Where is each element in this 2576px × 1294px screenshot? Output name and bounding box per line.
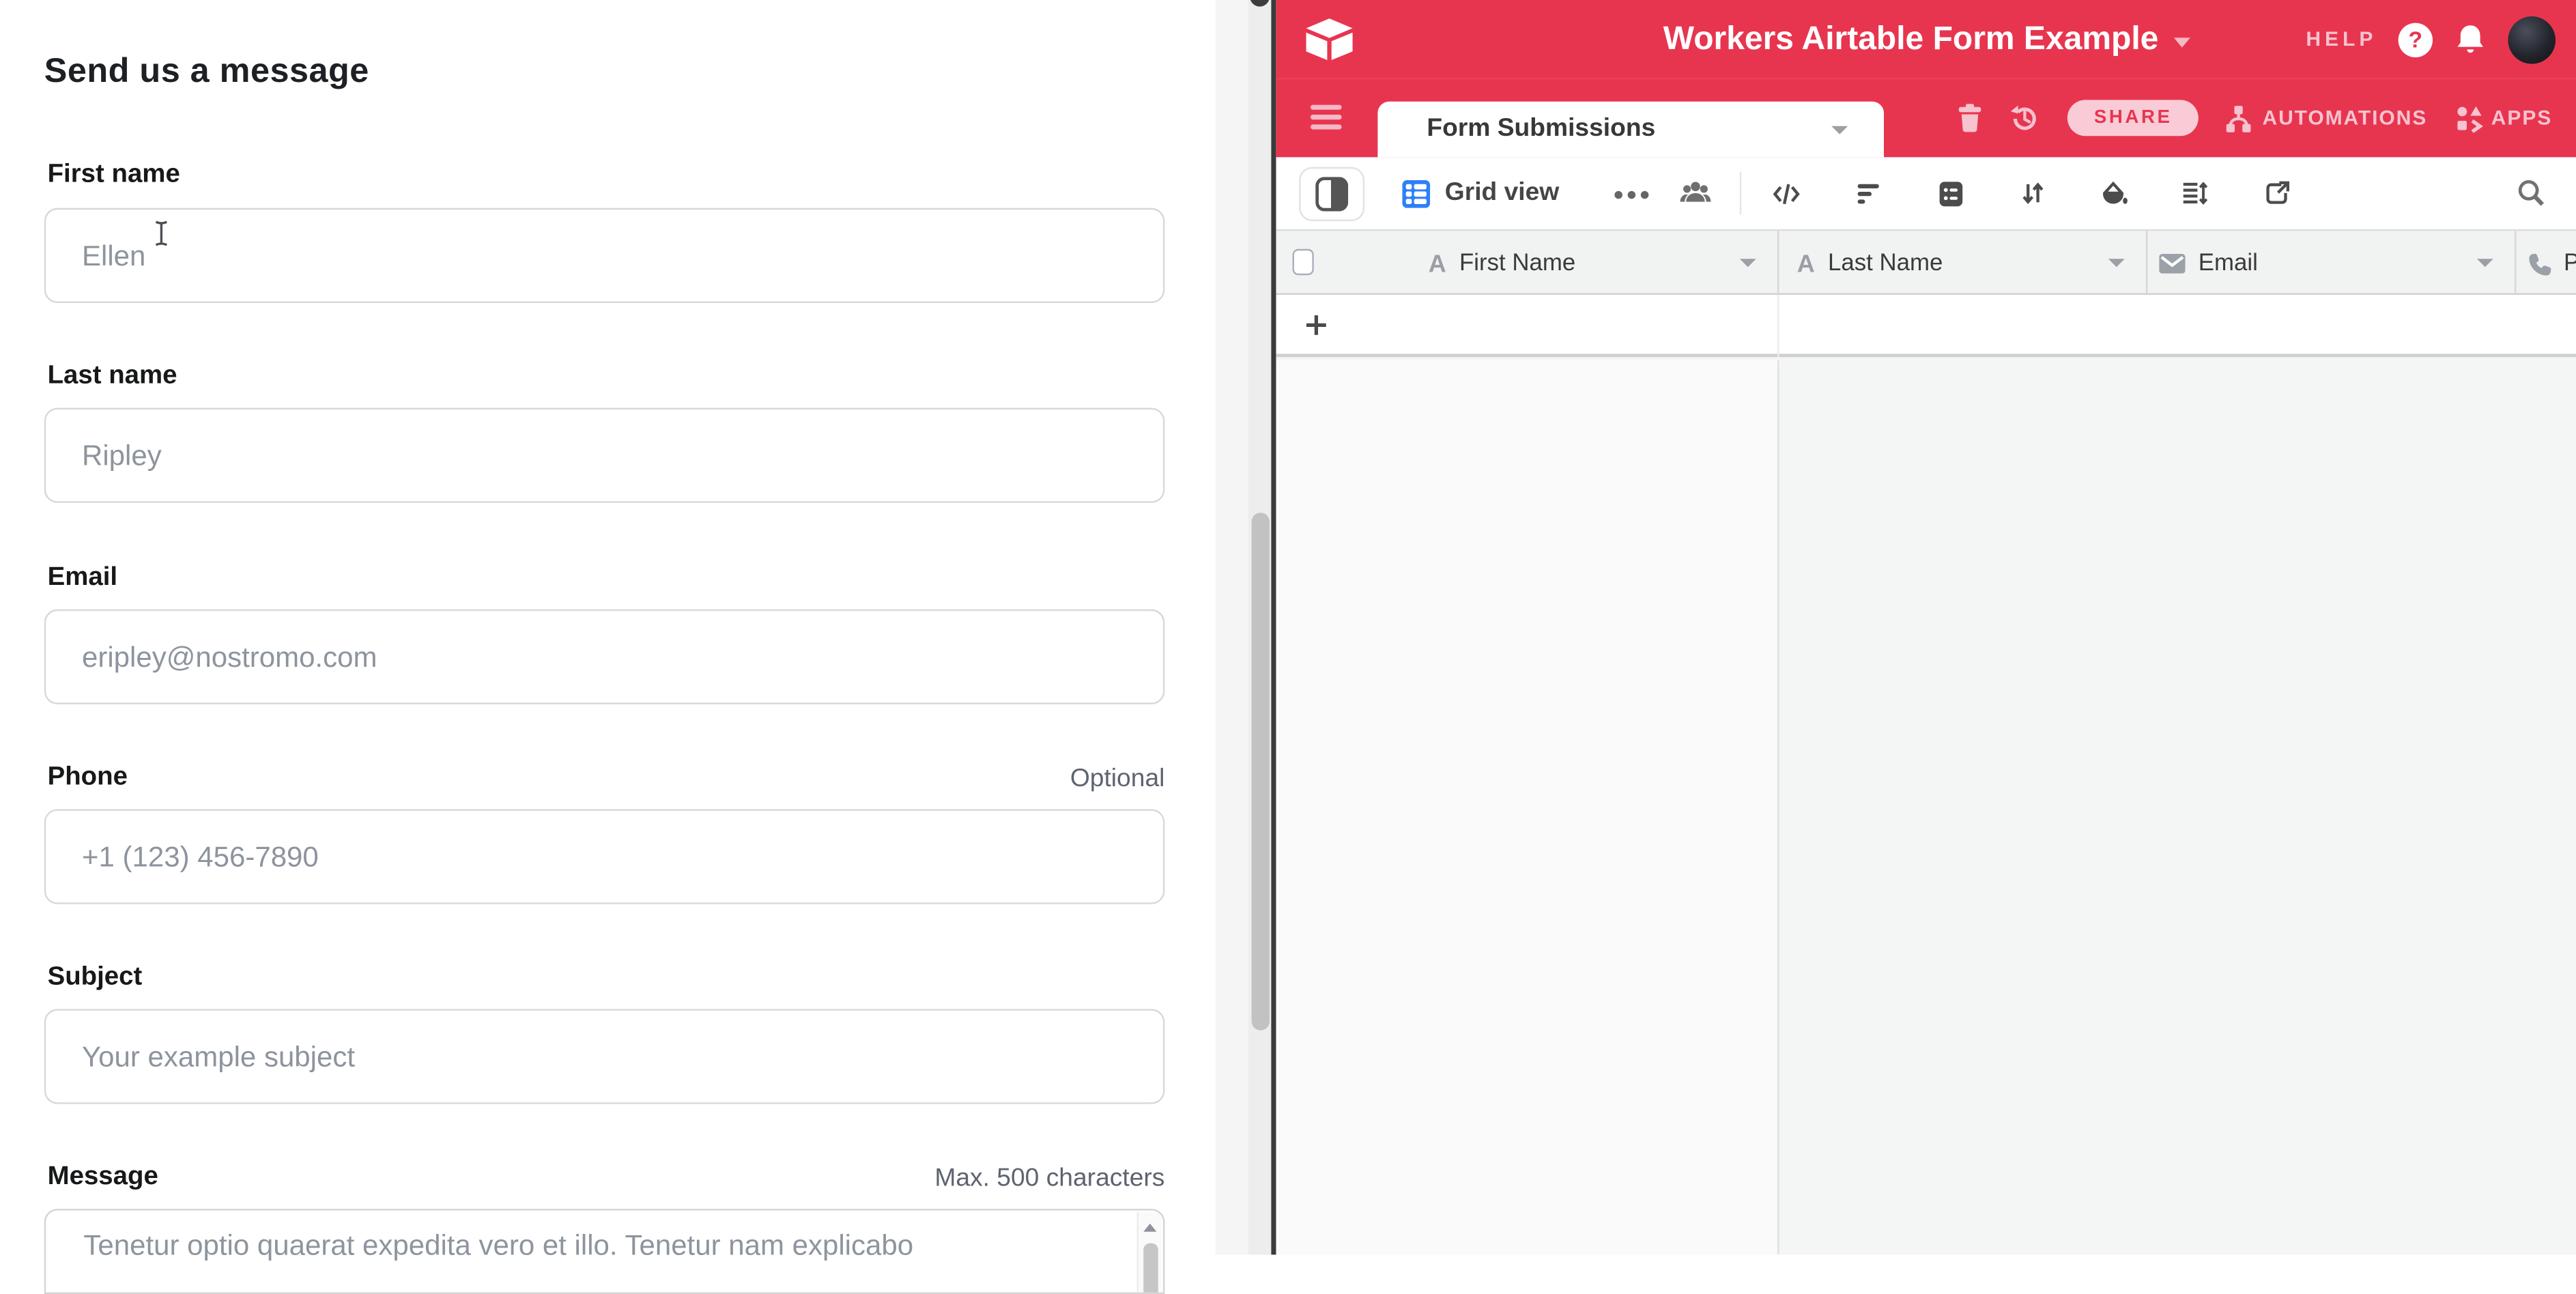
collaborators-icon[interactable]: [1679, 180, 1712, 206]
sidebar-toggle-icon: [1315, 177, 1348, 211]
phone-field-type-icon: [2528, 251, 2552, 276]
page-scrollbar[interactable]: [1248, 0, 1272, 1254]
first-name-field[interactable]: [44, 208, 1165, 303]
phone-label: Phone: [48, 763, 128, 792]
phone-field[interactable]: [44, 809, 1165, 904]
share-button[interactable]: SHARE: [2067, 100, 2198, 136]
table-tab-label: Form Submissions: [1427, 115, 1655, 144]
group-icon[interactable]: [1938, 180, 1964, 208]
subject-label: Subject: [48, 963, 143, 992]
email-field-type-icon: [2159, 254, 2185, 274]
phone-optional-hint: Optional: [1070, 765, 1165, 794]
sort-icon[interactable]: [2020, 180, 2046, 206]
scrollbar-top-arrow[interactable]: [1250, 0, 1270, 7]
menu-hamburger-icon[interactable]: [1311, 105, 1342, 130]
toolbar-divider: [1740, 172, 1741, 214]
code-embed-icon[interactable]: [1773, 182, 1801, 206]
select-all-checkbox[interactable]: [1293, 249, 1314, 275]
user-avatar[interactable]: [2508, 16, 2556, 63]
automations-button[interactable]: AUTOMATIONS: [2263, 106, 2428, 130]
search-icon[interactable]: [2516, 179, 2547, 210]
column-header-first-name[interactable]: A First Name: [1429, 231, 1748, 296]
column-caret-icon[interactable]: [1740, 259, 1756, 267]
filter-icon[interactable]: [1856, 182, 1882, 206]
subject-field[interactable]: [44, 1009, 1165, 1104]
airtable-topbar: Workers Airtable Form Example HELP ?: [1276, 0, 2576, 78]
grid-view-icon[interactable]: [1402, 179, 1430, 207]
row-height-icon[interactable]: [2182, 180, 2208, 206]
share-view-icon[interactable]: [2264, 180, 2290, 206]
airtable-tabbar: Form Submissions SHARE: [1276, 78, 2576, 157]
add-record-plus-icon[interactable]: [1304, 313, 1328, 337]
column-header-email[interactable]: Email: [2159, 231, 2421, 296]
column-header-last-name[interactable]: A Last Name: [1797, 231, 2043, 296]
email-label: Email: [48, 564, 117, 593]
tab-form-submissions[interactable]: Form Submissions: [1377, 102, 1884, 158]
view-sidebar-toggle-button[interactable]: [1299, 167, 1364, 221]
view-name-button[interactable]: Grid view: [1445, 179, 1559, 208]
page-gutter: [1216, 0, 1248, 1254]
add-record-row[interactable]: [1276, 295, 2576, 357]
color-paint-icon[interactable]: [2100, 180, 2128, 206]
column-caret-icon[interactable]: [2477, 259, 2493, 267]
column-header-phone[interactable]: Phone: [2528, 231, 2576, 296]
message-field[interactable]: Tenetur optio quaerat expedita vero et i…: [44, 1209, 1165, 1294]
last-name-field[interactable]: [44, 408, 1165, 503]
grid-header-row: A First Name A Last Name Email: [1276, 229, 2576, 295]
message-scrollbar[interactable]: [1137, 1212, 1162, 1294]
column-caret-icon[interactable]: [2108, 259, 2125, 267]
text-field-type-icon: A: [1797, 250, 1815, 278]
message-field-text: Tenetur optio quaerat expedita vero et i…: [83, 1228, 1115, 1263]
trash-icon[interactable]: [1956, 103, 1984, 132]
history-icon[interactable]: [2009, 102, 2040, 134]
help-button[interactable]: HELP: [2306, 28, 2377, 51]
first-name-label: First name: [48, 160, 180, 190]
base-title-caret-icon[interactable]: [2173, 38, 2190, 47]
view-options-ellipsis-icon[interactable]: [1614, 190, 1650, 199]
text-field-type-icon: A: [1429, 250, 1446, 278]
notifications-bell-icon[interactable]: [2454, 23, 2487, 56]
airtable-window: Workers Airtable Form Example HELP ? For…: [1276, 0, 2576, 1254]
base-title[interactable]: Workers Airtable Form Example: [1663, 21, 2159, 57]
window-divider: [1271, 0, 1276, 1254]
apps-icon[interactable]: [2455, 104, 2483, 132]
text-cursor-icon: [152, 220, 170, 248]
grid-body-primary-column: [1276, 360, 1777, 1254]
grid-body-column-divider: [1777, 360, 1779, 1254]
help-icon[interactable]: ?: [2399, 22, 2433, 56]
apps-button[interactable]: APPS: [2491, 106, 2552, 130]
tab-caret-icon[interactable]: [1831, 126, 1848, 134]
contact-form-page: Send us a message First name Last name E…: [0, 0, 1216, 1254]
email-field[interactable]: [44, 609, 1165, 704]
page-scrollbar-thumb[interactable]: [1250, 513, 1268, 1030]
page-title: Send us a message: [44, 53, 369, 92]
view-toolbar: Grid view: [1276, 157, 2576, 229]
message-maxlength-hint: Max. 500 characters: [934, 1164, 1164, 1194]
scroll-up-arrow-icon[interactable]: [1143, 1224, 1156, 1232]
last-name-label: Last name: [48, 362, 177, 391]
message-label: Message: [48, 1163, 158, 1192]
automations-icon[interactable]: [2223, 104, 2255, 132]
message-scrollbar-thumb[interactable]: [1143, 1243, 1158, 1294]
